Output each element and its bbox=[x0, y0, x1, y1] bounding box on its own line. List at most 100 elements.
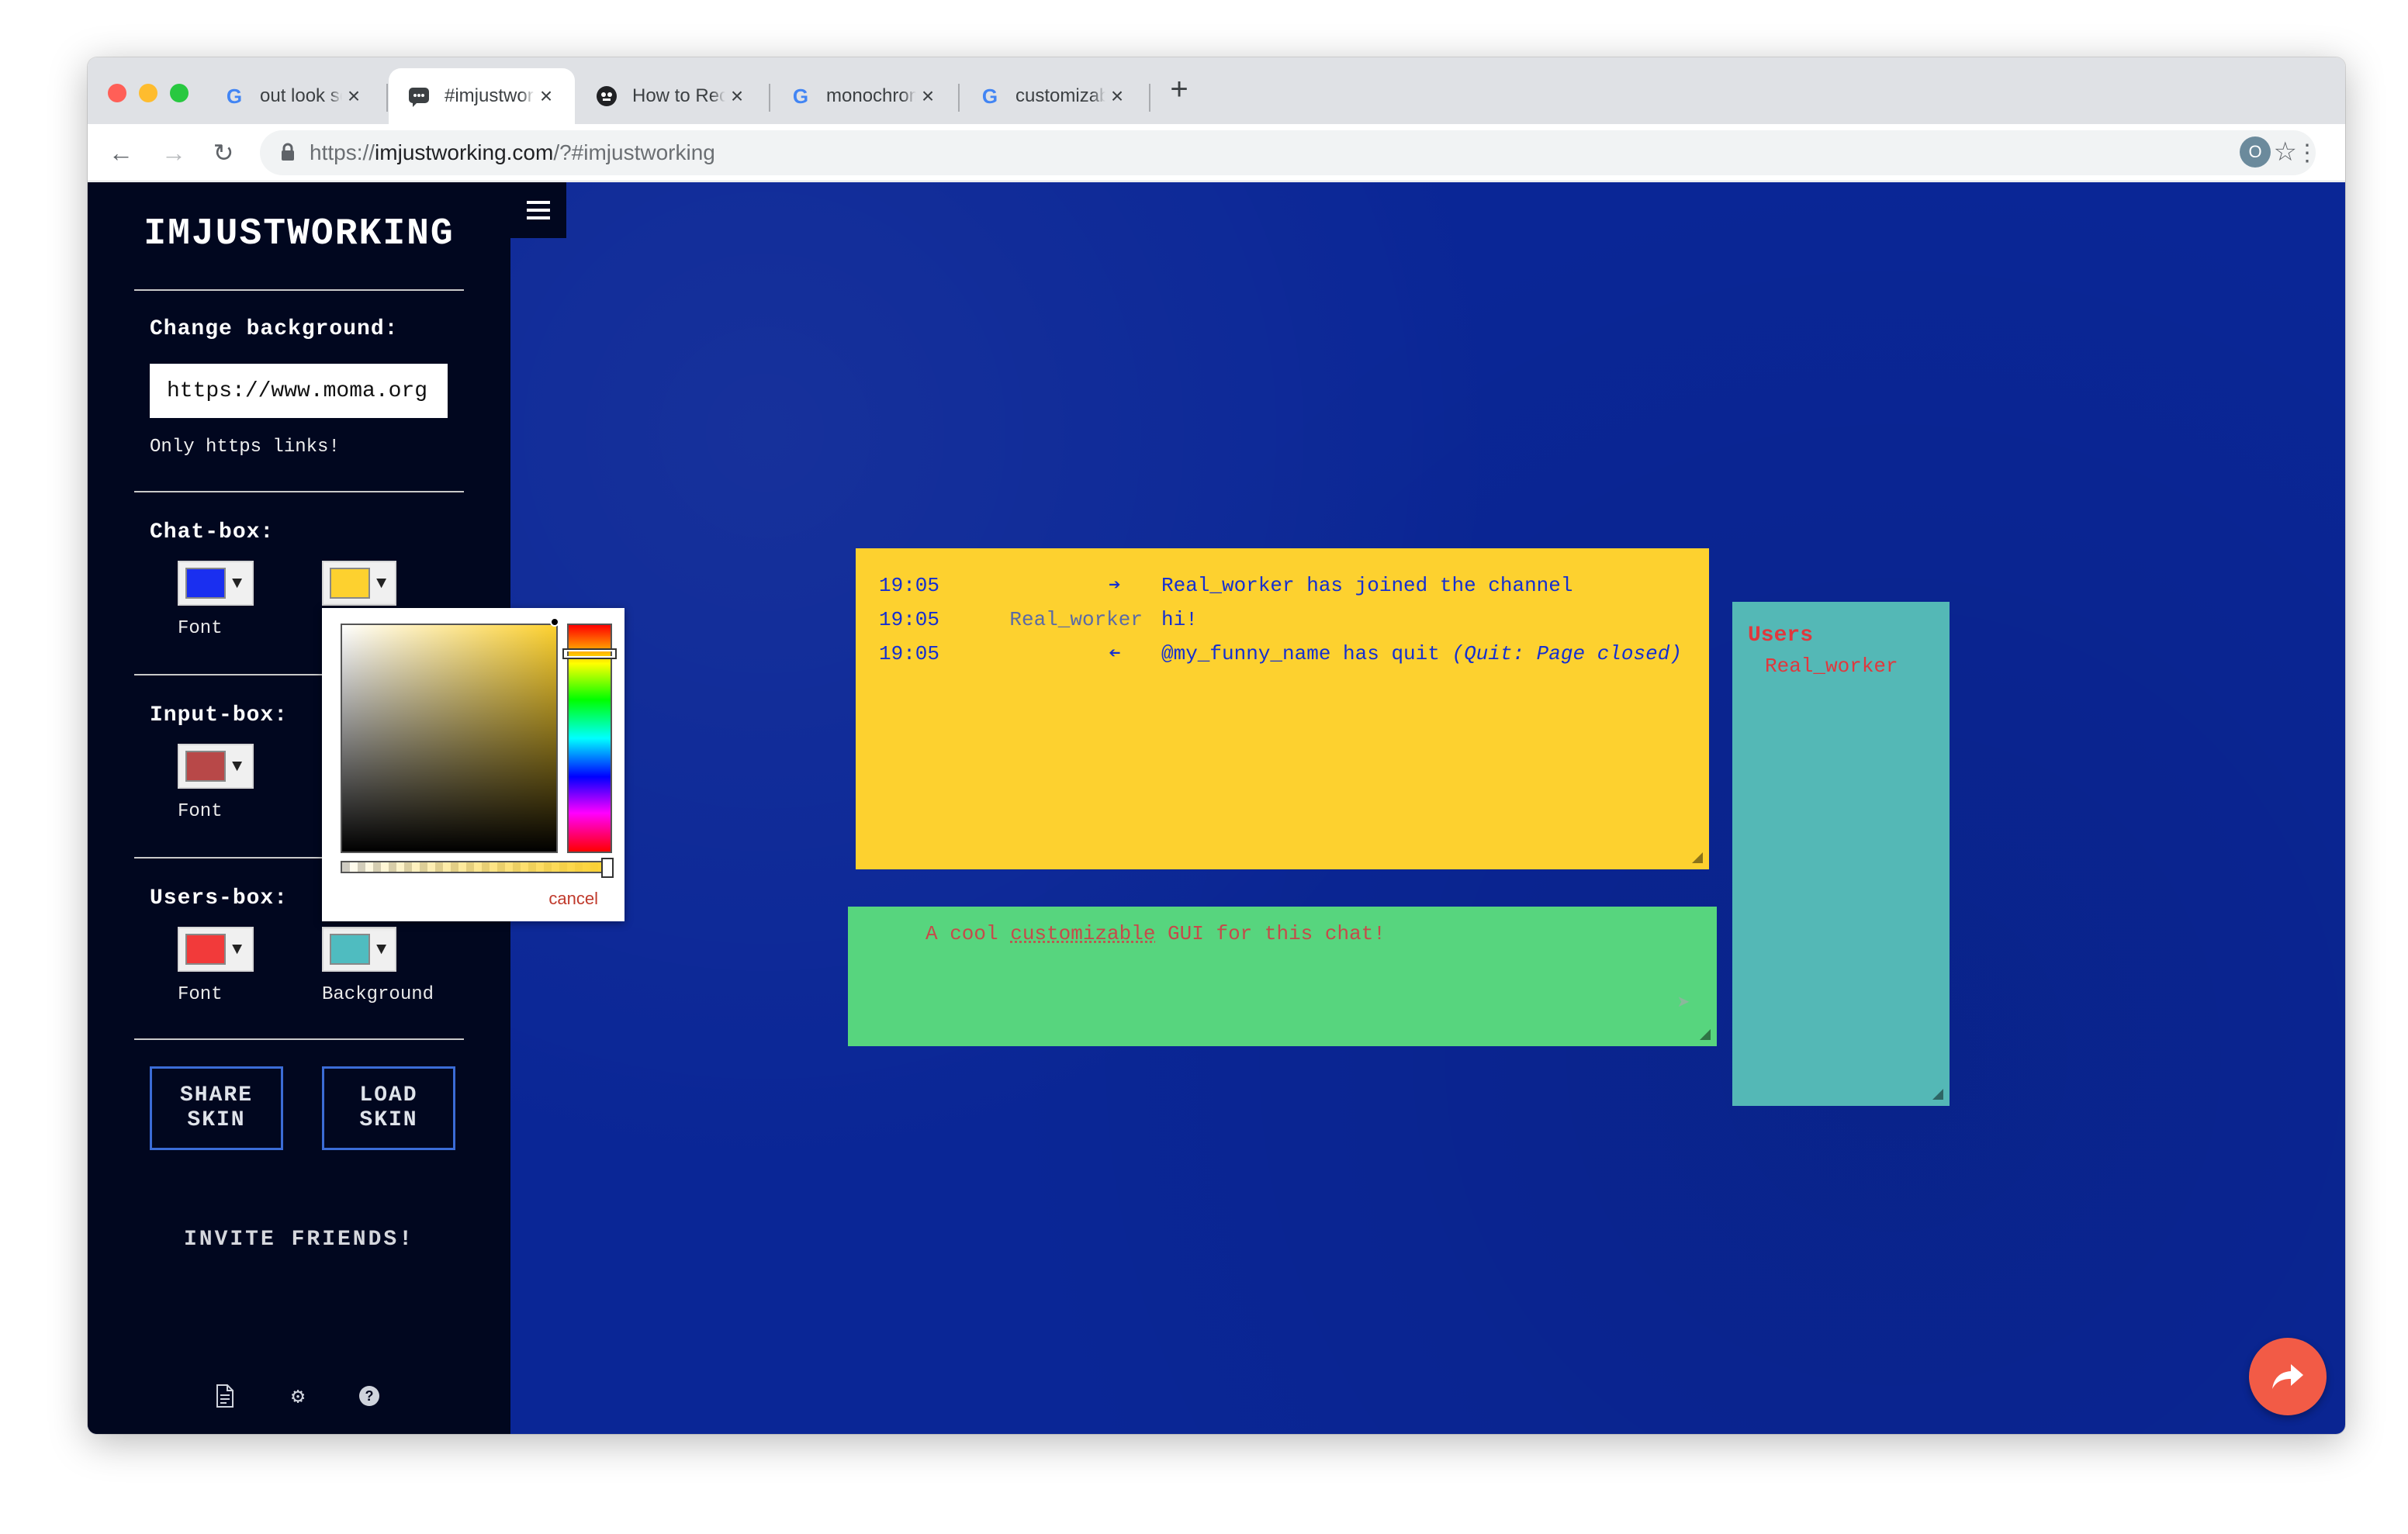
svg-text:?: ? bbox=[365, 1388, 374, 1404]
chatbox-font-label: Font bbox=[178, 618, 223, 639]
message-time: 19:05 bbox=[879, 642, 940, 665]
reload-icon[interactable]: ↻ bbox=[207, 136, 240, 169]
color-chip bbox=[330, 934, 370, 965]
chat-box: 19:05 ➔ Real_worker has joined the chann… bbox=[856, 548, 1709, 869]
alpha-slider[interactable] bbox=[341, 861, 612, 873]
color-chip bbox=[185, 934, 226, 965]
chatbox-background-color-picker[interactable]: ▼ bbox=[322, 561, 396, 606]
chevron-down-icon: ▼ bbox=[376, 573, 387, 593]
zoom-window-button[interactable] bbox=[170, 84, 189, 102]
share-icon[interactable] bbox=[2249, 1338, 2327, 1415]
close-tab-icon[interactable]: × bbox=[725, 84, 749, 109]
user-list-item[interactable]: Real_worker bbox=[1765, 655, 1898, 678]
chatbox-font-color-picker[interactable]: ▼ bbox=[178, 561, 254, 606]
tab-title: monochrome blue - Google Se bbox=[826, 85, 916, 106]
chevron-down-icon: ▼ bbox=[376, 939, 387, 959]
sidebar: IMJUSTWORKING Change background: Only ht… bbox=[88, 182, 624, 1434]
profile-avatar[interactable]: O bbox=[2240, 136, 2271, 168]
resize-handle[interactable] bbox=[1932, 1089, 1943, 1100]
close-tab-icon[interactable]: × bbox=[1105, 84, 1129, 109]
color-picker-popup[interactable]: cancel bbox=[322, 608, 624, 921]
tab-4[interactable]: G customizable - Google Search × bbox=[960, 68, 1146, 124]
hue-slider[interactable] bbox=[567, 624, 612, 853]
google-icon: G bbox=[792, 84, 809, 108]
gear-icon[interactable]: ⚙ bbox=[285, 1383, 311, 1410]
tab-2[interactable]: How to Record Screen in macO × bbox=[576, 68, 766, 124]
brand-title: IMJUSTWORKING bbox=[144, 213, 455, 255]
document-icon[interactable] bbox=[212, 1383, 238, 1409]
address-bar[interactable]: https://imjustworking.com/?#imjustworkin… bbox=[260, 130, 2316, 175]
chat-icon bbox=[407, 85, 431, 108]
resize-handle[interactable] bbox=[1700, 1029, 1711, 1040]
users-title: Users bbox=[1748, 624, 1814, 648]
inputbox-label: Input-box: bbox=[150, 703, 289, 727]
new-tab-icon[interactable]: + bbox=[1163, 72, 1195, 106]
usersbox-font-label: Font bbox=[178, 984, 223, 1005]
message-nick[interactable]: Real_worker bbox=[1009, 604, 1143, 635]
color-chip bbox=[185, 568, 226, 599]
tab-1[interactable]: #imjustworking — Imjustworkin × bbox=[389, 68, 575, 124]
saturation-value-area[interactable] bbox=[341, 624, 558, 853]
users-box: Users Real_worker bbox=[1732, 602, 1950, 1106]
color-chip bbox=[330, 568, 370, 599]
message-time: 19:05 bbox=[879, 608, 940, 631]
message-input[interactable]: A cool customizable GUI for this chat! ➤ bbox=[848, 907, 1717, 1046]
send-icon[interactable]: ➤ bbox=[1677, 990, 1690, 1017]
url-text: https://imjustworking.com/?#imjustworkin… bbox=[310, 140, 715, 164]
usersbox-label: Users-box: bbox=[150, 886, 289, 910]
inputbox-font-label: Font bbox=[178, 801, 223, 822]
inputbox-font-color-picker[interactable]: ▼ bbox=[178, 744, 254, 789]
join-icon: ➔ bbox=[1109, 574, 1121, 597]
chevron-down-icon: ▼ bbox=[232, 939, 243, 959]
chat-message: 19:05 ➔ Real_worker has joined the chann… bbox=[879, 570, 1701, 601]
lock-icon bbox=[280, 143, 296, 165]
cancel-link[interactable]: cancel bbox=[548, 889, 598, 909]
minimize-window-button[interactable] bbox=[139, 84, 157, 102]
close-tab-icon[interactable]: × bbox=[342, 84, 365, 109]
hamburger-menu-icon[interactable] bbox=[510, 182, 566, 238]
message-input-text[interactable]: A cool customizable GUI for this chat! bbox=[925, 922, 1386, 945]
page-viewport: IMJUSTWORKING Change background: Only ht… bbox=[88, 182, 2345, 1434]
resize-handle[interactable] bbox=[1692, 852, 1703, 863]
background-hint: Only https links! bbox=[150, 437, 340, 458]
usersbox-font-color-picker[interactable]: ▼ bbox=[178, 927, 254, 972]
invite-friends-link[interactable]: INVITE FRIENDS! bbox=[88, 1228, 510, 1252]
chevron-down-icon: ▼ bbox=[232, 573, 243, 593]
back-icon[interactable]: ← bbox=[105, 136, 137, 169]
browser-window: G out look screenshot - Google S × #imju… bbox=[88, 57, 2345, 1434]
usersbox-background-label: Background bbox=[322, 984, 434, 1005]
help-icon[interactable]: ? bbox=[356, 1383, 382, 1409]
tab-strip: G out look screenshot - Google S × #imju… bbox=[88, 57, 2345, 124]
quit-icon: ➔ bbox=[1109, 642, 1121, 665]
google-icon: G bbox=[981, 84, 998, 108]
tab-0[interactable]: G out look screenshot - Google S × bbox=[204, 68, 382, 124]
message-text: hi! bbox=[1161, 608, 1198, 631]
menu-dots-icon[interactable]: ⋮ bbox=[2291, 136, 2323, 169]
site-icon bbox=[595, 85, 618, 108]
background-url-input[interactable] bbox=[150, 364, 448, 418]
hue-handle[interactable] bbox=[562, 648, 617, 659]
close-tab-icon[interactable]: × bbox=[535, 84, 558, 109]
message-time: 19:05 bbox=[879, 574, 940, 597]
share-skin-button[interactable]: SHARE SKIN bbox=[150, 1066, 283, 1150]
google-icon: G bbox=[226, 84, 243, 108]
chat-message: 19:05 Real_worker hi! bbox=[879, 604, 1701, 635]
usersbox-background-color-picker[interactable]: ▼ bbox=[322, 927, 396, 972]
close-tab-icon[interactable]: × bbox=[916, 84, 939, 109]
tab-title: customizable - Google Search bbox=[1015, 85, 1105, 106]
load-skin-button[interactable]: LOAD SKIN bbox=[322, 1066, 455, 1150]
forward-icon[interactable]: → bbox=[157, 136, 190, 169]
color-chip bbox=[185, 751, 226, 782]
browser-toolbar: ← → ↻ https://imjustworking.com/?#imjust… bbox=[88, 124, 2345, 181]
message-text: Real_worker has joined the channel bbox=[1161, 574, 1573, 597]
chevron-down-icon: ▼ bbox=[232, 756, 243, 776]
saturation-handle[interactable] bbox=[550, 617, 559, 627]
change-background-label: Change background: bbox=[150, 317, 399, 341]
alpha-handle[interactable] bbox=[601, 858, 614, 878]
tab-title: How to Record Screen in macO bbox=[632, 85, 725, 106]
tab-title: #imjustworking — Imjustworkin bbox=[445, 85, 535, 106]
close-window-button[interactable] bbox=[108, 84, 126, 102]
chat-message: 19:05 ➔ @my_funny_name has quit (Quit: P… bbox=[879, 638, 1701, 669]
tab-title: out look screenshot - Google S bbox=[260, 85, 342, 106]
tab-3[interactable]: G monochrome blue - Google Se × bbox=[770, 68, 957, 124]
